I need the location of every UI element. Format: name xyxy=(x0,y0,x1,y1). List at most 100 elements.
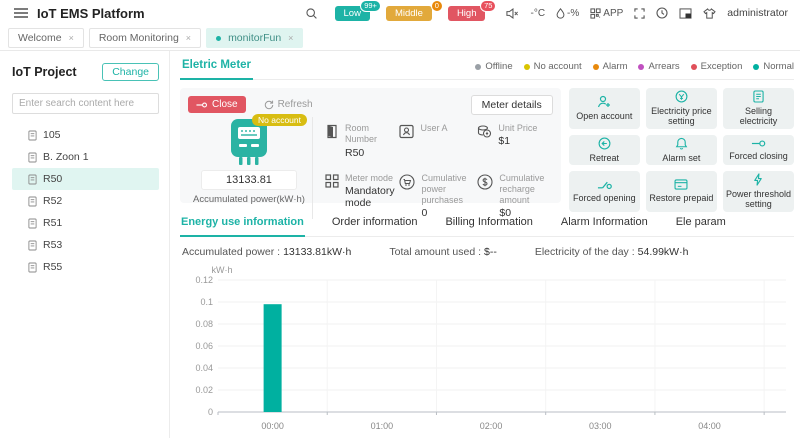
app-title: IoT EMS Platform xyxy=(37,5,145,21)
exception-dot-icon xyxy=(690,63,697,70)
meter-node-icon xyxy=(28,218,37,228)
tree-item-r55[interactable]: R55 xyxy=(12,256,159,278)
app-label: APP xyxy=(603,7,624,19)
device-tree: 105 B. Zoon 1 R50 R52 R51 R53 R55 xyxy=(12,124,159,278)
tree-item-r53[interactable]: R53 xyxy=(12,234,159,256)
price-setting-icon xyxy=(675,90,688,103)
summary-label: Total amount used : xyxy=(389,246,481,258)
legend-offline: Offline xyxy=(475,61,513,72)
tree-item-b-zoon-1[interactable]: B. Zoon 1 xyxy=(12,146,159,168)
meter-actions-grid: Open account Electricity price setting S… xyxy=(568,88,794,212)
user-card-icon xyxy=(399,124,415,139)
close-meter-button[interactable]: Close xyxy=(188,96,246,113)
humidity-value: -% xyxy=(567,7,580,19)
alarm-badge-high[interactable]: High 75 xyxy=(447,0,497,21)
tab-room-monitoring[interactable]: Room Monitoring × xyxy=(88,28,202,48)
power-threshold-setting-button[interactable]: Power threshold setting xyxy=(722,171,794,212)
field-value: 0 xyxy=(421,207,428,220)
tab-monitorfun[interactable]: monitorFun × xyxy=(206,28,304,48)
tree-item-label: 105 xyxy=(43,129,61,141)
alarm-badge-middle[interactable]: Middle 0 xyxy=(385,0,443,21)
legend-alarm: Alarm xyxy=(592,61,627,72)
tree-item-label: R53 xyxy=(43,239,63,251)
summary-total-amount-used: Total amount used : $-- xyxy=(389,246,496,258)
meter-illustration: No account xyxy=(217,114,307,167)
user-name[interactable]: administrator xyxy=(727,7,788,19)
power-threshold-icon xyxy=(754,173,763,186)
svg-text:0.12: 0.12 xyxy=(195,275,213,285)
tab-electric-meter[interactable]: Eletric Meter xyxy=(180,59,254,80)
close-icon[interactable]: × xyxy=(69,33,74,43)
legend-label: Normal xyxy=(763,61,794,72)
field-label: Unit Price xyxy=(498,123,538,133)
energy-use-bar-chart[interactable]: 0 0.02 0.04 0.06 0.08 0.1 0.12 00:00 01:00 02:00 0… xyxy=(180,262,794,438)
field-label: Meter mode xyxy=(345,172,394,183)
accumulated-power-label: Accumulated power(kW·h) xyxy=(193,194,305,205)
sidebar-search-input[interactable] xyxy=(12,93,159,114)
selling-electricity-button[interactable]: Selling electricity xyxy=(722,88,794,129)
svg-text:00:00: 00:00 xyxy=(261,421,284,431)
accumulated-power-value: 13133.81 xyxy=(201,170,297,190)
alarm-set-icon xyxy=(675,137,688,150)
alarm-set-button[interactable]: Alarm set xyxy=(645,134,717,166)
tree-item-r51[interactable]: R51 xyxy=(12,212,159,234)
meter-details-button[interactable]: Meter details xyxy=(470,94,553,115)
meter-node-icon xyxy=(28,152,37,162)
retreat-icon xyxy=(598,137,611,150)
field-meter-mode: Meter mode Mandatory mode xyxy=(325,172,395,220)
field-label: Room Number xyxy=(345,123,378,145)
forced-closing-button[interactable]: Forced closing xyxy=(722,134,794,166)
tab-welcome[interactable]: Welcome × xyxy=(8,28,84,48)
action-label: Electricity price setting xyxy=(651,106,712,127)
forced-opening-icon xyxy=(597,181,612,189)
refresh-button[interactable]: Refresh xyxy=(264,99,313,110)
svg-text:0.04: 0.04 xyxy=(195,363,213,373)
tree-item-r50[interactable]: R50 xyxy=(12,168,159,190)
svg-text:0.06: 0.06 xyxy=(195,341,213,351)
alarm-level-badges: Low 99+ Middle 0 High 75 xyxy=(334,0,497,21)
action-label: Alarm set xyxy=(662,152,701,163)
alarm-badge-low[interactable]: Low 99+ xyxy=(334,0,381,21)
forced-opening-button[interactable]: Forced opening xyxy=(568,171,640,212)
menu-icon[interactable] xyxy=(14,7,28,19)
legend-label: Offline xyxy=(485,61,513,72)
svg-text:03:00: 03:00 xyxy=(589,421,612,431)
close-icon[interactable]: × xyxy=(186,33,191,43)
status-legend: Offline No account Alarm Arrears Excepti… xyxy=(475,61,794,79)
tree-item-105[interactable]: 105 xyxy=(12,124,159,146)
summary-electricity-of-day: Electricity of the day :54.99kW·h xyxy=(535,246,689,258)
field-value: $0 xyxy=(499,207,512,220)
project-sidebar: IoT Project Change 105 B. Zoon 1 R50 R52 xyxy=(0,51,170,438)
retreat-button[interactable]: Retreat xyxy=(568,134,640,166)
theme-skin-icon[interactable] xyxy=(703,7,717,19)
close-button-label: Close xyxy=(212,99,238,110)
refresh-icon xyxy=(264,100,273,109)
temperature-indicator: -°C xyxy=(530,8,545,19)
fullscreen-icon[interactable] xyxy=(634,7,645,19)
alarm-dot-icon xyxy=(592,63,599,70)
alarm-badge-low-label: Low xyxy=(343,7,361,19)
close-icon[interactable]: × xyxy=(288,33,293,43)
screenshot-icon[interactable] xyxy=(679,7,692,19)
svg-text:0.08: 0.08 xyxy=(195,319,213,329)
open-account-button[interactable]: Open account xyxy=(568,88,640,129)
active-dot-icon xyxy=(216,35,222,41)
action-label: Forced closing xyxy=(729,150,788,161)
restore-prepaid-button[interactable]: Restore prepaid xyxy=(645,171,717,212)
tab-ele-param[interactable]: Ele param xyxy=(675,212,727,236)
field-room-number: Room Number R50 xyxy=(325,123,393,159)
field-label: Cumulative power purchases xyxy=(421,172,467,206)
field-cumulative-recharge: Cumulative recharge amount $0 xyxy=(477,173,552,220)
tab-welcome-label: Welcome xyxy=(18,32,62,44)
tab-alarm-information[interactable]: Alarm Information xyxy=(560,212,649,236)
clock-icon[interactable] xyxy=(656,7,668,19)
selling-electricity-icon xyxy=(753,90,764,103)
electricity-price-setting-button[interactable]: Electricity price setting xyxy=(645,88,717,129)
app-qr-button[interactable]: APP xyxy=(590,8,623,19)
droplet-icon xyxy=(556,7,565,19)
change-project-button[interactable]: Change xyxy=(102,63,159,81)
tree-item-r52[interactable]: R52 xyxy=(12,190,159,212)
search-icon[interactable] xyxy=(305,7,318,20)
action-label: Restore prepaid xyxy=(649,193,714,204)
volume-icon[interactable] xyxy=(506,7,519,19)
